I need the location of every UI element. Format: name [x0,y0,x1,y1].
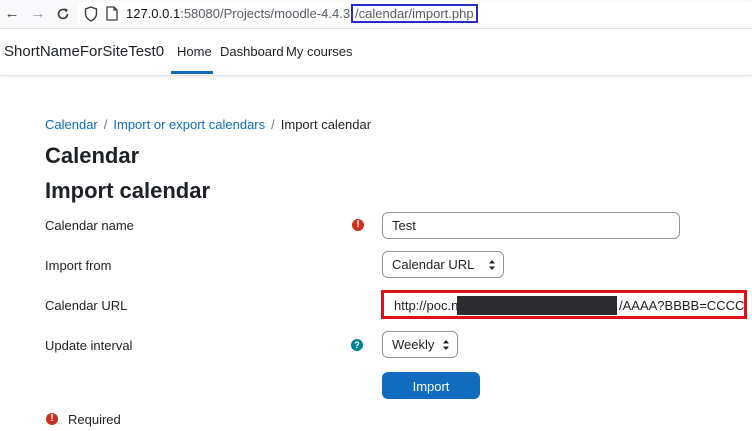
reload-icon[interactable] [53,4,73,24]
calendar-url-label: Calendar URL [45,298,128,313]
url-path: :58080/Projects/moodle-4.4.3 [180,6,351,21]
breadcrumb-import-export[interactable]: Import or export calendars [113,117,265,132]
calendar-url-suffix: /AAAA?BBBB=CCCC [619,298,745,313]
page-heading: Calendar [45,143,140,168]
update-interval-label: Update interval [45,338,133,353]
address-bar[interactable]: 127.0.0.1:58080/Projects/moodle-4.4.3/ca… [78,2,752,26]
back-arrow-icon[interactable]: ← [2,4,22,24]
calendar-url-input[interactable]: http://poc.ns. /AAAA?BBBB=CCCC [381,290,747,319]
breadcrumb-current: Import calendar [280,117,372,132]
required-icon: ! [46,413,58,425]
import-calendar-button[interactable]: Import calendar [382,372,480,421]
forward-arrow-icon[interactable]: → [28,4,48,24]
site-name[interactable]: ShortNameForSiteTest0 [4,43,164,60]
nav-my-courses[interactable]: My courses [286,44,352,59]
required-note: Required [68,412,121,427]
shield-icon[interactable] [84,6,98,22]
breadcrumb-separator: / [271,117,275,132]
url-host: 127.0.0.1 [126,6,181,21]
calendar-name-label: Calendar name [45,218,134,233]
import-from-label: Import from [45,258,112,273]
redaction-block [457,296,617,315]
site-navbar: ShortNameForSiteTest0 Home Dashboard My … [0,29,752,76]
select-caret-icon [489,260,495,270]
breadcrumb-calendar[interactable]: Calendar [45,117,98,132]
page-subheading: Import calendar [45,178,211,203]
nav-home[interactable]: Home [177,44,212,59]
url-text: 127.0.0.1:58080/Projects/moodle-4.4.3/ca… [126,4,478,23]
select-caret-icon [443,340,449,350]
breadcrumb-separator: / [103,117,108,132]
calendar-name-input[interactable] [382,212,680,239]
help-icon[interactable]: ? [351,339,363,351]
breadcrumb: Calendar / Import or export calendars / Impo… [45,117,371,132]
nav-dashboard[interactable]: Dashboard [220,44,284,59]
url-highlight: /calendar/import.php [351,4,478,23]
nav-active-indicator [171,71,213,74]
required-icon: ! [352,219,364,231]
update-interval-select[interactable]: Weekly [382,331,458,358]
import-from-select[interactable]: Calendar URL [382,251,504,278]
import-from-value: Calendar URL [392,257,475,272]
update-interval-value: Weekly [392,337,435,352]
browser-toolbar: ← → 127.0.0.1:58080/Projects/moodle-4.4.… [0,0,752,29]
page-icon [106,6,118,21]
